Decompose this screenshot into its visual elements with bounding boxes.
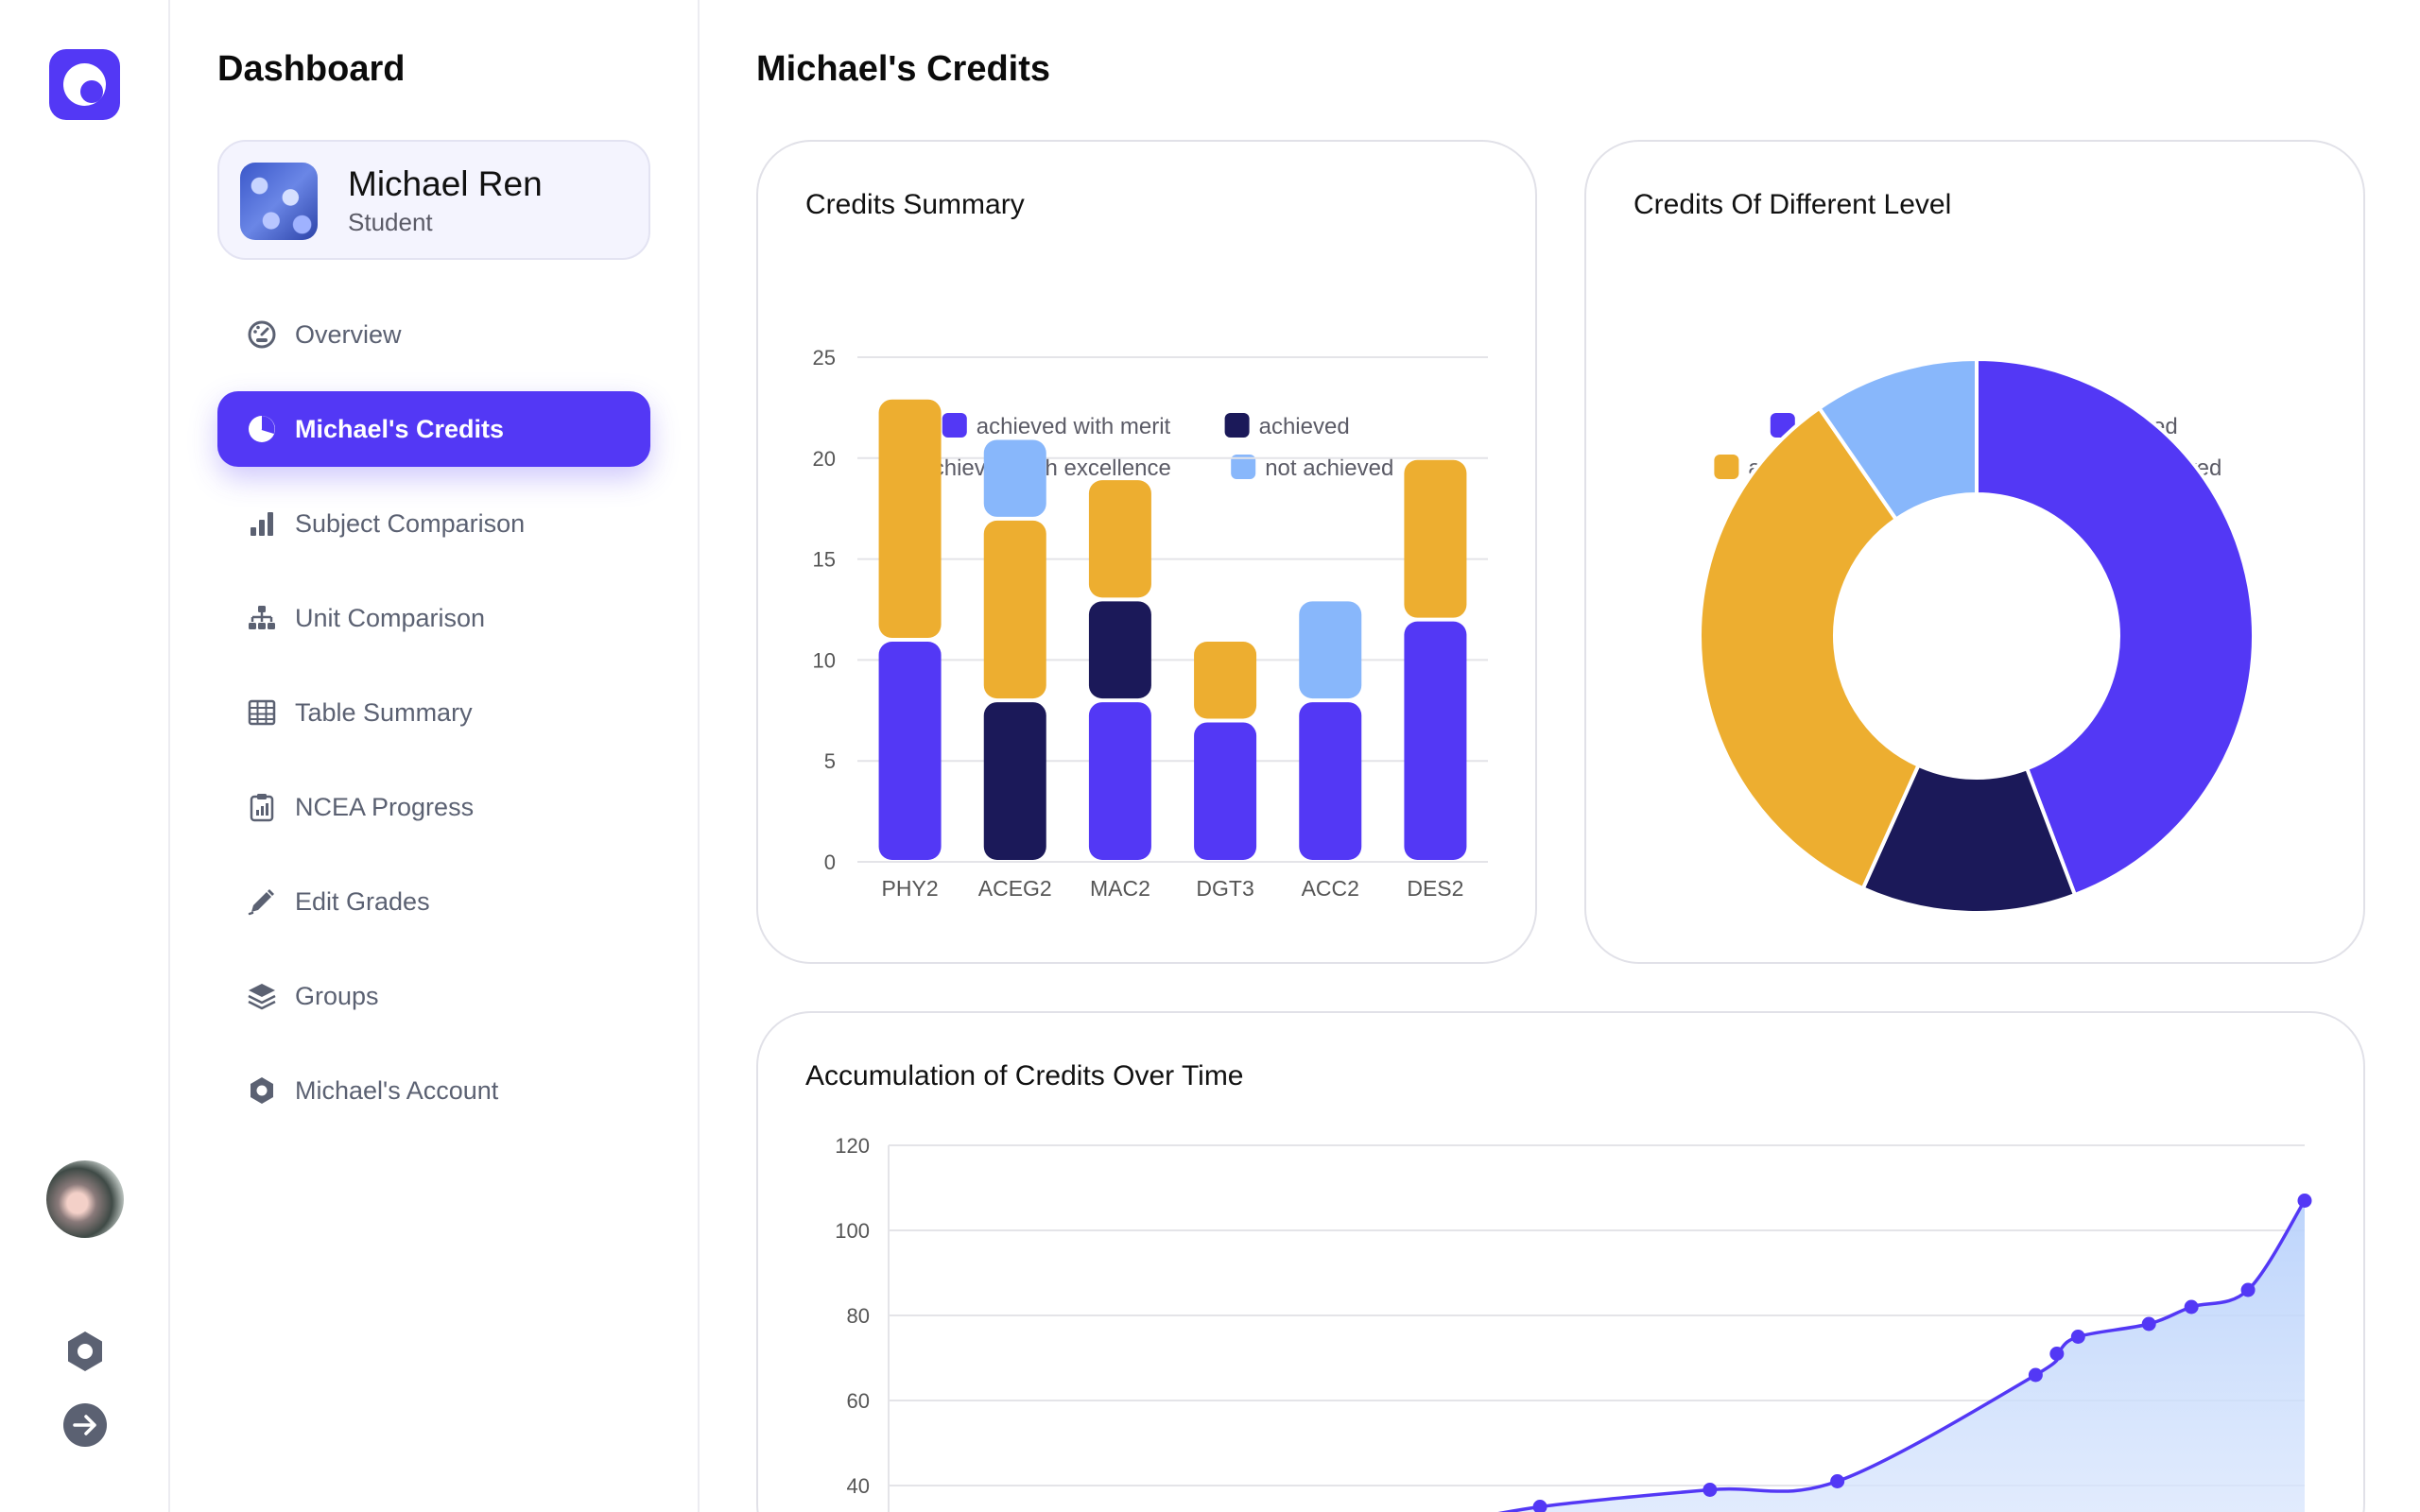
bar-segment xyxy=(1088,702,1151,860)
y-tick-label: 60 xyxy=(847,1389,870,1413)
y-tick-label: 80 xyxy=(847,1304,870,1328)
app-logo-icon[interactable] xyxy=(49,49,120,120)
y-tick-label: 5 xyxy=(824,749,836,773)
sidebar-item-groups[interactable]: Groups xyxy=(217,958,650,1034)
layers-icon xyxy=(246,980,278,1012)
bar-segment xyxy=(1299,601,1362,699)
data-point xyxy=(2297,1194,2312,1208)
sidebar-item-label: Subject Comparison xyxy=(295,508,526,538)
legend-swatch xyxy=(1224,413,1250,438)
profile-card[interactable]: Michael Ren Student xyxy=(217,140,650,260)
settings-hexagon-icon[interactable] xyxy=(62,1329,108,1374)
bar-segment xyxy=(983,702,1046,860)
user-avatar[interactable] xyxy=(46,1160,124,1238)
sidebar-item-overview[interactable]: Overview xyxy=(217,297,650,372)
sidebar-item-ncea-progress[interactable]: NCEA Progress xyxy=(217,769,650,845)
y-tick-label: 25 xyxy=(813,346,836,369)
bar-segment xyxy=(983,439,1046,517)
accumulation-chart: 40 60 80 100 120 xyxy=(835,1134,2312,1512)
pie-chart-icon xyxy=(246,413,278,445)
x-tick-label: MAC2 xyxy=(1090,876,1150,901)
x-tick-label: DGT3 xyxy=(1196,876,1253,901)
legend-swatch xyxy=(1714,455,1739,479)
data-point xyxy=(2184,1299,2199,1314)
bar-segment xyxy=(1404,621,1467,860)
sidebar-item-edit-grades[interactable]: Edit Grades xyxy=(217,864,650,939)
data-point xyxy=(2070,1330,2085,1344)
bar-segment xyxy=(878,642,942,860)
y-tick-label: 0 xyxy=(824,850,836,874)
bar-segment xyxy=(1194,642,1257,719)
legend-label: achieved with merit xyxy=(977,414,1171,439)
bar-segment xyxy=(1088,601,1151,699)
sidebar-item-label: Edit Grades xyxy=(295,886,430,916)
area-fill xyxy=(1507,1200,2305,1512)
bar-segment xyxy=(878,399,942,639)
gauge-icon xyxy=(246,318,278,351)
accumulation-card: Accumulation of Credits Over Time 40 60 80… xyxy=(756,1011,2365,1512)
sidebar-item-label: Table Summary xyxy=(295,697,473,727)
clipboard-chart-icon xyxy=(246,791,278,823)
sidebar-item-label: Michael's Account xyxy=(295,1075,499,1105)
page-title: Michael's Credits xyxy=(756,49,1051,89)
sidebar-item-table-summary[interactable]: Table Summary xyxy=(217,675,650,750)
bar-chart-icon xyxy=(246,507,278,540)
pencil-icon xyxy=(246,885,278,918)
y-tick-label: 120 xyxy=(835,1134,870,1158)
legend-label: achieved xyxy=(1259,414,1350,439)
hexagon-settings-icon xyxy=(246,1074,278,1107)
data-point xyxy=(2240,1282,2256,1297)
bar-segment xyxy=(1299,702,1362,860)
sidebar-item-label: Overview xyxy=(295,319,402,349)
hierarchy-icon xyxy=(246,602,278,634)
sidebar-item-label: Unit Comparison xyxy=(295,603,486,632)
y-tick-label: 10 xyxy=(813,648,836,672)
x-tick-label: DES2 xyxy=(1407,876,1463,901)
x-tick-label: ACC2 xyxy=(1302,876,1359,901)
y-tick-label: 20 xyxy=(813,447,836,471)
bar-segment xyxy=(1194,722,1257,860)
data-point xyxy=(1703,1483,1718,1497)
credits-summary-chart: achieved with meritachievedachieved with… xyxy=(813,346,1488,901)
y-tick-label: 100 xyxy=(835,1219,870,1243)
sidebar-title: Dashboard xyxy=(217,49,406,89)
data-point xyxy=(2141,1316,2156,1332)
sidebar-item-label: Michael's Credits xyxy=(295,414,504,443)
legend-swatch xyxy=(942,413,967,438)
data-point xyxy=(1830,1474,1845,1488)
profile-name: Michael Ren xyxy=(348,164,543,203)
data-point xyxy=(1532,1500,1547,1512)
data-point xyxy=(2028,1367,2043,1383)
y-tick-label: 15 xyxy=(813,548,836,572)
sidebar-item-account[interactable]: Michael's Account xyxy=(217,1053,650,1128)
bar-segment xyxy=(1404,459,1467,618)
profile-picture xyxy=(240,163,318,240)
data-point xyxy=(2049,1347,2065,1361)
credit-levels-card: Credits Of Different Level achieved with… xyxy=(1584,140,2365,964)
sidebar-item-label: Groups xyxy=(295,981,379,1010)
y-tick-label: 40 xyxy=(847,1474,870,1498)
sidebar-item-unit-comparison[interactable]: Unit Comparison xyxy=(217,580,650,656)
bar-segment xyxy=(983,520,1046,699)
credit-levels-chart: achieved with meritachievedachieved with… xyxy=(1698,356,2256,915)
table-icon xyxy=(246,696,278,729)
left-rail xyxy=(0,0,170,1512)
sidebar-item-label: NCEA Progress xyxy=(295,792,475,821)
credits-summary-card: Credits Summary achieved with merit achie… xyxy=(756,140,1537,964)
sidebar: Dashboard Michael Ren Student Overview M… xyxy=(170,0,700,1512)
sidebar-nav: Overview Michael's Credits Subject Compa… xyxy=(217,297,650,1147)
x-tick-label: ACEG2 xyxy=(978,876,1052,901)
legend-label: not achieved xyxy=(1265,455,1393,481)
bar-segment xyxy=(1088,480,1151,598)
sidebar-item-credits[interactable]: Michael's Credits xyxy=(217,391,650,467)
profile-role: Student xyxy=(348,208,433,236)
x-tick-label: PHY2 xyxy=(882,876,939,901)
logout-arrow-icon[interactable] xyxy=(62,1402,108,1448)
sidebar-item-subject-comparison[interactable]: Subject Comparison xyxy=(217,486,650,561)
